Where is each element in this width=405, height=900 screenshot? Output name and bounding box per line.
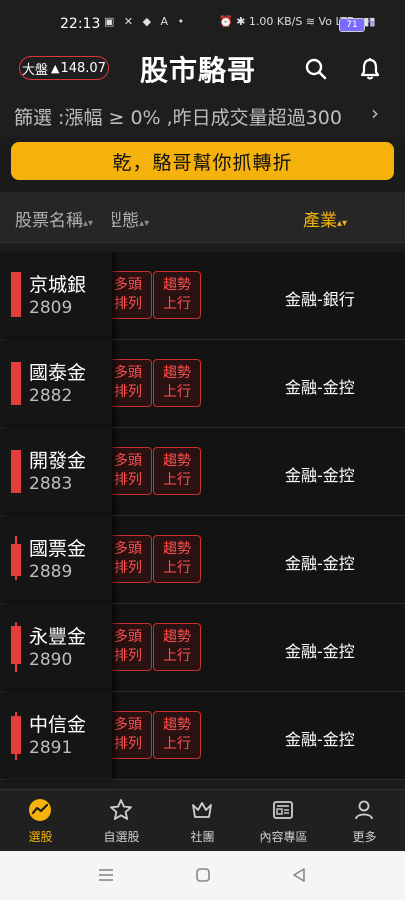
- up-arrow-icon: ▲: [51, 61, 60, 75]
- tab-label: 自選股: [103, 830, 140, 844]
- search-button[interactable]: [303, 56, 329, 82]
- tab-watchlist[interactable]: 自選股: [81, 790, 162, 852]
- tab-label: 內容專區: [259, 830, 308, 844]
- star-icon: [110, 799, 132, 820]
- app-header: 大盤 ▲ 148.07 股市駱哥: [0, 48, 405, 93]
- frozen-column: 永豐金 2890: [0, 604, 112, 691]
- battery-icon: 71: [339, 18, 365, 32]
- column-header-name[interactable]: 股票名稱▴▾: [15, 206, 93, 231]
- trend-tag: 趨勢 上行: [153, 271, 201, 319]
- column-header-industry[interactable]: 產業▴▾: [303, 206, 347, 231]
- frozen-column: 國泰金 2882: [0, 340, 112, 427]
- stock-code: 2891: [29, 738, 73, 758]
- table-row[interactable]: 國泰金 2882 多頭 排列 趨勢 上行 金融-金控: [0, 340, 405, 428]
- candle-icon: [11, 362, 21, 405]
- tab-more[interactable]: 更多: [324, 790, 405, 852]
- filter-bar[interactable]: 篩選 :漲幅 ≥ 0% ,昨日成交量超過300 ›: [0, 93, 405, 137]
- crown-icon: [192, 802, 212, 818]
- tab-community[interactable]: 社團: [162, 790, 243, 852]
- stock-name: 國票金: [29, 538, 87, 560]
- market-index-value: 148.07: [60, 60, 106, 76]
- industry-cell: 金融-金控: [285, 642, 355, 661]
- app-title: 股市駱哥: [140, 54, 257, 87]
- frozen-column: 京城銀 2809: [0, 252, 112, 339]
- table-row[interactable]: 開發金 2883 多頭 排列 趨勢 上行 金融-金控: [0, 428, 405, 516]
- frozen-column: 國票金 2889: [0, 516, 112, 603]
- menu-icon[interactable]: [97, 866, 115, 884]
- bell-icon: [360, 58, 380, 80]
- stock-name: 永豐金: [29, 626, 87, 648]
- notification-icons: ▣ ✕ ◆ A •: [104, 15, 188, 28]
- column-header-pattern-label: K型態: [94, 211, 140, 231]
- stock-list[interactable]: 京城銀 2809 多頭 排列 趨勢 上行 金融-銀行 國泰金 2882 多頭 排列 趨…: [0, 252, 405, 788]
- frozen-column: 中信金 2891: [0, 692, 112, 779]
- column-header-name-label: 股票名稱: [15, 211, 83, 231]
- promo-banner[interactable]: 乾，駱哥幫你抓轉折: [11, 142, 394, 180]
- sort-icon: ▴▾: [139, 218, 150, 229]
- stock-code: 2883: [29, 474, 73, 494]
- candle-icon: [11, 450, 21, 493]
- person-icon: [355, 800, 373, 820]
- industry-cell: 金融-金控: [285, 378, 355, 397]
- table-row[interactable]: 國票金 2889 多頭 排列 趨勢 上行 金融-金控: [0, 516, 405, 604]
- home-icon[interactable]: [194, 866, 212, 884]
- trend-tag: 趨勢 上行: [153, 711, 201, 759]
- search-icon: [305, 58, 327, 80]
- tab-label: 選股: [28, 830, 53, 844]
- tab-label: 社團: [190, 830, 215, 844]
- system-nav-bar: [0, 851, 405, 900]
- industry-cell: 金融-金控: [285, 466, 355, 485]
- market-index-name: 大盤: [22, 62, 49, 78]
- column-header-industry-label: 產業: [303, 211, 337, 231]
- tab-content[interactable]: 內容專區: [243, 790, 324, 852]
- candle-icon: [11, 716, 21, 754]
- bottom-tab-bar: 選股 自選股 社團 內容專區 更多: [0, 789, 405, 852]
- tab-label: 更多: [352, 830, 377, 844]
- trend-circle-icon: [29, 799, 51, 821]
- stock-code: 2889: [29, 562, 73, 582]
- industry-cell: 金融-金控: [285, 554, 355, 573]
- charging-icon: ϟ: [367, 16, 375, 30]
- notification-button[interactable]: [357, 56, 383, 82]
- tab-stock-picker[interactable]: 選股: [0, 790, 81, 852]
- market-index-badge[interactable]: 大盤 ▲ 148.07: [19, 56, 109, 80]
- stock-code: 2809: [29, 298, 73, 318]
- chevron-right-icon[interactable]: ›: [371, 101, 379, 125]
- candle-icon: [11, 626, 21, 664]
- stock-name: 京城銀: [29, 274, 87, 296]
- stock-name: 開發金: [29, 450, 87, 472]
- column-header-pattern[interactable]: K型態▴▾: [94, 206, 150, 231]
- status-time: 22:13: [60, 16, 101, 32]
- trend-tag: 趨勢 上行: [153, 359, 201, 407]
- frozen-column: 開發金 2883: [0, 428, 112, 515]
- trend-tag: 趨勢 上行: [153, 447, 201, 495]
- trend-tag: 趨勢 上行: [153, 623, 201, 671]
- table-row[interactable]: 中信金 2891 多頭 排列 趨勢 上行 金融-金控: [0, 692, 405, 780]
- back-icon[interactable]: [290, 866, 308, 884]
- stock-name: 國泰金: [29, 362, 87, 384]
- stock-name: 中信金: [29, 714, 87, 736]
- stock-code: 2890: [29, 650, 73, 670]
- table-row[interactable]: 京城銀 2809 多頭 排列 趨勢 上行 金融-銀行: [0, 252, 405, 340]
- sort-icon: ▴▾: [83, 218, 94, 229]
- stock-code: 2882: [29, 386, 73, 406]
- industry-cell: 金融-銀行: [285, 290, 355, 309]
- trend-tag: 趨勢 上行: [153, 535, 201, 583]
- candle-icon: [11, 272, 21, 317]
- table-row[interactable]: 永豐金 2890 多頭 排列 趨勢 上行 金融-金控: [0, 604, 405, 692]
- status-bar: 22:13 ▣ ✕ ◆ A • ⏰ ✱ 1.00 KB/S ≋ Vo LTE ▮…: [0, 0, 405, 48]
- candle-icon: [11, 544, 21, 576]
- table-header: 股票名稱▴▾ K型態▴▾ 產業▴▾: [0, 192, 405, 243]
- sort-icon: ▴▾: [337, 218, 348, 229]
- filter-text: 篩選 :漲幅 ≥ 0% ,昨日成交量超過300: [14, 107, 342, 129]
- newspaper-icon: [273, 801, 293, 819]
- industry-cell: 金融-金控: [285, 730, 355, 749]
